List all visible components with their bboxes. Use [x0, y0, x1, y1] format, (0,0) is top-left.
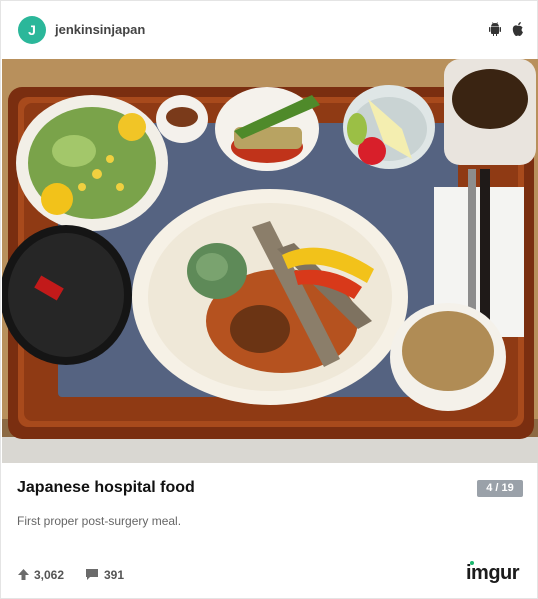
- comment-icon[interactable]: [85, 568, 99, 581]
- post-footer: 3,062 391 imgur: [1, 561, 538, 591]
- imgur-logo[interactable]: imgur: [466, 562, 520, 585]
- post-card: J jenkinsinjapan Japanese hospital food …: [0, 0, 538, 599]
- post-image[interactable]: [2, 59, 538, 463]
- username-link[interactable]: jenkinsinjapan: [55, 22, 145, 37]
- comment-count: 391: [104, 568, 125, 582]
- apple-icon[interactable]: [510, 21, 526, 37]
- post-description: First proper post-surgery meal.: [17, 514, 182, 528]
- post-header: J jenkinsinjapan: [1, 1, 538, 59]
- android-icon[interactable]: [487, 21, 503, 37]
- meal-tray-image: [2, 59, 538, 463]
- image-counter-badge: 4 / 19: [477, 480, 523, 497]
- user-avatar[interactable]: J: [18, 16, 46, 44]
- upvote-count: 3,062: [34, 568, 65, 582]
- imgur-logo-dot: [470, 561, 474, 565]
- post-title: Japanese hospital food: [17, 479, 195, 496]
- upvote-icon[interactable]: [17, 568, 30, 581]
